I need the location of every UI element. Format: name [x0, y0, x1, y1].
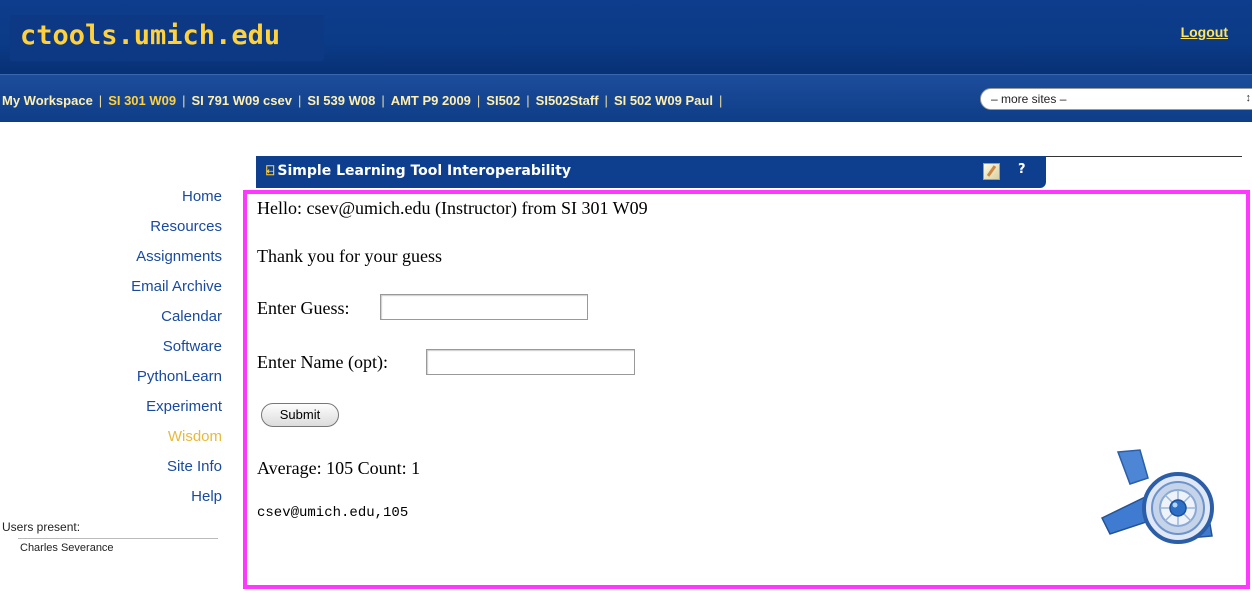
- lti-iframe: Hello: csev@umich.edu (Instructor) from …: [243, 190, 1250, 589]
- site-tab-amt-p9-2009[interactable]: AMT P9 2009: [385, 93, 477, 108]
- header-banner: ctools.umich.edu Logout: [0, 0, 1252, 74]
- tool-menu-item-wisdom: Wisdom: [167, 428, 222, 445]
- site-tab-si-301-w09[interactable]: SI 301 W09: [102, 93, 182, 108]
- tool-menu-item-pythonlearn[interactable]: PythonLearn: [0, 362, 230, 392]
- tab-separator: |: [718, 92, 723, 108]
- logout-link[interactable]: Logout: [1181, 24, 1228, 40]
- guess-input[interactable]: [380, 294, 588, 320]
- users-divider: [18, 538, 218, 539]
- name-label: Enter Name (opt):: [257, 352, 388, 372]
- site-tab-si-791-w09-csev[interactable]: SI 791 W09 csev: [186, 93, 298, 108]
- average-text: Average: 105 Count: 1: [257, 458, 421, 478]
- tool-menu: Home Resources Assignments Email Archive…: [0, 182, 230, 512]
- site-tab-si502staff[interactable]: SI502Staff: [530, 93, 605, 108]
- site-tab-my-workspace[interactable]: My Workspace: [0, 93, 99, 108]
- submit-button[interactable]: Submit: [261, 403, 339, 427]
- title-rule: [1046, 156, 1242, 157]
- tool-menu-item-software[interactable]: Software: [0, 332, 230, 362]
- result-line: csev@umich.edu,105: [257, 505, 409, 521]
- site-tabs: My Workspace | SI 301 W09 | SI 791 W09 c…: [0, 91, 722, 109]
- tool-title-bar: ⍇ Simple Learning Tool Interoperability ?: [256, 156, 1046, 188]
- tool-title: ⍇ Simple Learning Tool Interoperability: [266, 163, 571, 179]
- tool-menu-item-experiment[interactable]: Experiment: [0, 392, 230, 422]
- edit-icon[interactable]: [983, 163, 1000, 180]
- link-icon: ⍇: [266, 163, 275, 179]
- tool-menu-item-assignments[interactable]: Assignments: [0, 242, 230, 272]
- site-tab-si-502-w09-paul[interactable]: SI 502 W09 Paul: [608, 93, 719, 108]
- tool-menu-item-resources[interactable]: Resources: [0, 212, 230, 242]
- more-sites-select[interactable]: – more sites – ↕: [980, 88, 1252, 110]
- guess-label: Enter Guess:: [257, 298, 350, 318]
- tool-menu-item-site-info[interactable]: Site Info: [0, 452, 230, 482]
- users-present-label: Users present:: [2, 520, 81, 534]
- site-nav-bar: My Workspace | SI 301 W09 | SI 791 W09 c…: [0, 74, 1252, 122]
- tool-menu-item-email-archive[interactable]: Email Archive: [0, 272, 230, 302]
- name-input[interactable]: [426, 349, 635, 375]
- tool-menu-item-calendar[interactable]: Calendar: [0, 302, 230, 332]
- more-sites-value: – more sites –: [991, 92, 1067, 106]
- select-arrows-icon: ↕: [1245, 92, 1252, 104]
- tool-menu-item-home[interactable]: Home: [0, 182, 230, 212]
- hello-text: Hello: csev@umich.edu (Instructor) from …: [257, 198, 648, 218]
- site-logo[interactable]: ctools.umich.edu: [20, 20, 280, 51]
- tool-menu-item-help[interactable]: Help: [0, 482, 230, 512]
- help-icon[interactable]: ?: [1018, 162, 1026, 177]
- site-tab-si-539-w08[interactable]: SI 539 W08: [301, 93, 381, 108]
- user-present-item: Charles Severance: [20, 542, 114, 554]
- site-tab-si502[interactable]: SI502: [480, 93, 526, 108]
- thanks-text: Thank you for your guess: [257, 246, 442, 266]
- tool-title-label: Simple Learning Tool Interoperability: [277, 163, 572, 179]
- app-engine-jet-icon: [1100, 449, 1214, 544]
